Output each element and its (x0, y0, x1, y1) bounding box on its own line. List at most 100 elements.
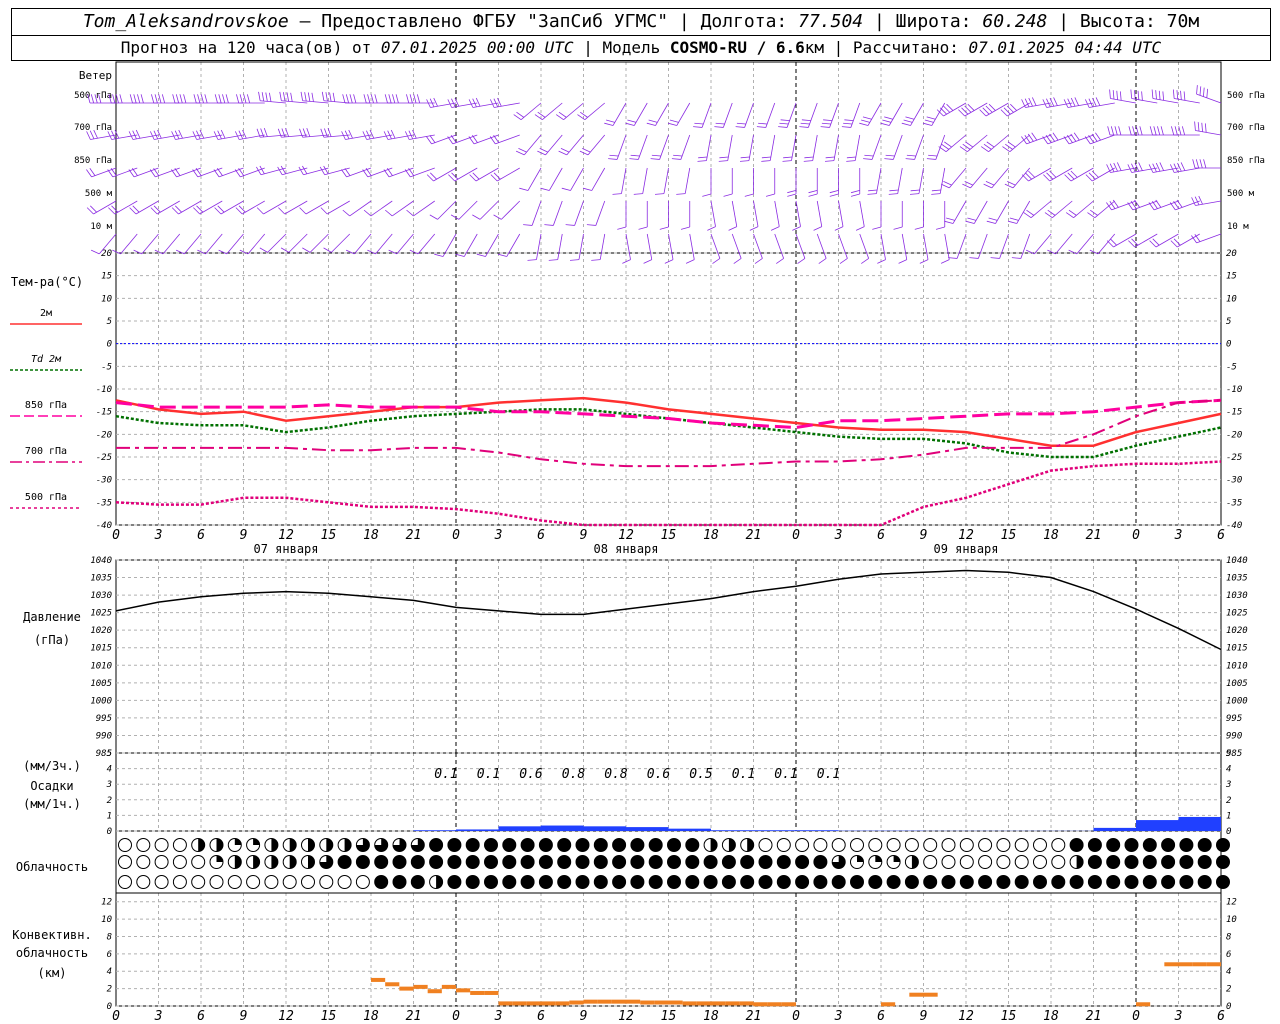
precip-bar (668, 828, 711, 831)
cloud-cover-fill (466, 875, 480, 889)
wind-barb-feather (213, 131, 219, 140)
wind-barb-shaft (880, 233, 886, 260)
cloud-cover-fill (253, 855, 260, 869)
wind-barb-shaft (748, 134, 754, 161)
wind-barb-feather (889, 189, 899, 192)
wind-barb-feather (905, 116, 915, 120)
cloud-cover-fill (630, 855, 644, 869)
wind-barb-feather (967, 217, 977, 221)
pressure-ytick: 1020 (90, 626, 112, 636)
wind-barb-feather (561, 187, 571, 191)
wind-level-label-right: 850 гПа (1227, 156, 1265, 166)
temp-legend-label: 700 гПа (25, 446, 67, 457)
cloud-cover-fill (466, 855, 480, 869)
wind-barb-shaft (710, 200, 716, 227)
pressure-ytick: 1030 (90, 591, 112, 601)
x-tick-label: 21 (1086, 528, 1102, 543)
cloud-cover-fill (1198, 838, 1212, 852)
cloud-cover-fill (722, 875, 736, 889)
wind-level-label-right: 500 гПа (1227, 91, 1265, 101)
wind-barb-shaft (175, 134, 202, 140)
pressure-ytick-right: 1010 (1226, 661, 1248, 671)
x-tick-label: 6 (537, 1009, 545, 1024)
temp-ytick: -35 (96, 498, 112, 508)
wind-barb-feather (882, 119, 892, 123)
precip-ytick-right: 0 (1226, 827, 1231, 837)
conv-bar (1192, 962, 1207, 967)
cloud-cover-fill (374, 855, 388, 869)
wind-barb-feather (638, 226, 648, 230)
wind-barb-feather (265, 92, 268, 102)
cloud-cover-symbol (923, 838, 938, 852)
wind-barb-shaft (552, 200, 563, 226)
cloud-cover-symbol (264, 875, 279, 889)
wind-barb-feather (941, 143, 950, 150)
cloud-cover-fill (271, 838, 278, 852)
wind-barb-feather (518, 147, 527, 153)
cloud-cover-symbol (154, 875, 169, 889)
precip-bar (583, 826, 626, 831)
wind-barb-feather (1173, 201, 1180, 209)
wind-barb-shaft (791, 134, 797, 161)
pressure-ytick: 990 (96, 731, 112, 741)
wind-barb-feather (153, 130, 159, 140)
x-tick-label: 18 (703, 1009, 719, 1024)
wind-barb-feather (800, 122, 810, 125)
pressure-ytick: 1010 (90, 661, 112, 671)
cloud-cover-fill (850, 875, 864, 889)
wind-barb-shaft (1030, 200, 1052, 219)
wind-barb-shaft (1052, 200, 1073, 219)
wind-barb-feather (115, 94, 119, 104)
cloud-cover-fill (447, 875, 461, 889)
wind-barb-feather (1176, 90, 1179, 100)
wind-barb-feather (740, 156, 750, 159)
clouds-title: Облачность (16, 860, 88, 874)
conv-bar (626, 999, 641, 1004)
wind-barb-feather (192, 131, 198, 140)
wind-barb-feather (948, 257, 958, 259)
wind-barb-feather (1113, 162, 1118, 172)
wind-barb-feather (990, 257, 1000, 259)
wind-barb-feather (609, 154, 619, 157)
temp-ytick: 10 (101, 294, 112, 304)
cloud-cover-symbol (978, 855, 993, 869)
temp-ytick-right: 10 (1226, 294, 1237, 304)
temp-ytick-right: -10 (1226, 385, 1242, 395)
wind-barb-feather (332, 92, 336, 102)
precip-title: Осадки (30, 779, 73, 793)
x-tick-label: 0 (112, 1009, 120, 1024)
pressure-ytick: 1025 (90, 609, 112, 619)
precip-bar (711, 830, 754, 831)
temp-ytick: -40 (96, 521, 112, 531)
x-tick-label: 6 (1217, 528, 1225, 543)
wind-barb-feather (841, 126, 851, 128)
wind-barb-feather (969, 257, 979, 259)
wind-barb-feather (278, 207, 286, 215)
wind-barb-feather (685, 259, 695, 264)
cloud-cover-symbol (923, 855, 938, 869)
wind-barb-shaft (366, 134, 393, 140)
wind-barb-feather (344, 168, 351, 176)
wind-barb-feather (651, 154, 661, 157)
cloud-cover-fill (1143, 838, 1157, 852)
wind-barb-shaft (888, 102, 903, 126)
wind-barb-feather (629, 158, 639, 160)
wind-barb-feather (965, 220, 975, 224)
cloud-cover-fill (667, 855, 681, 869)
cloud-cover-symbol (118, 838, 132, 852)
wind-barb-feather (905, 158, 915, 160)
wind-barb-feather (1174, 126, 1178, 136)
wind-barb-shaft (1020, 233, 1031, 259)
wind-barb-feather (523, 224, 533, 226)
pressure-ytick-right: 1030 (1226, 591, 1248, 601)
wind-barb-feather (702, 193, 712, 197)
wind-barb-shaft (612, 102, 627, 126)
wind-barb-feather (946, 217, 955, 221)
wind-barb-feather (234, 131, 240, 140)
wind-barb-feather (390, 129, 396, 139)
cloud-cover-symbol (1051, 838, 1066, 852)
wind-barb-feather (447, 99, 453, 108)
wind-barb-shaft (668, 233, 674, 260)
cloud-cover-symbol (319, 875, 334, 889)
wind-level-label-right: 10 м (1227, 222, 1249, 232)
